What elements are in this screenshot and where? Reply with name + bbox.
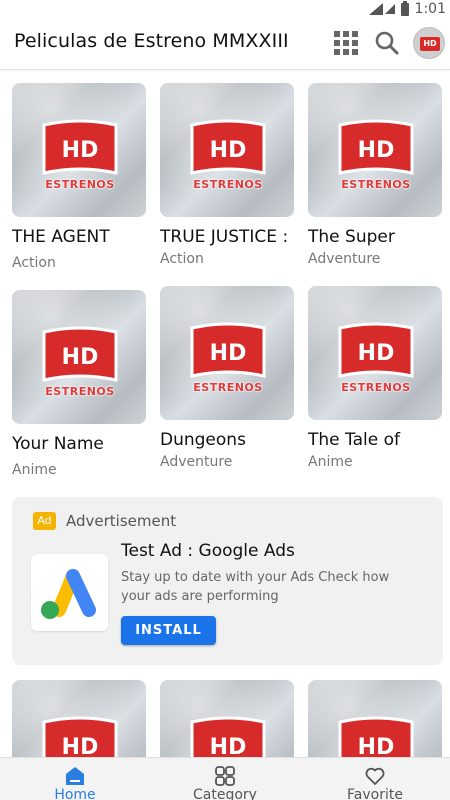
movie-category: Adventure bbox=[308, 251, 381, 267]
hd-logo: HD bbox=[42, 716, 118, 760]
movie-thumbnail[interactable]: HD bbox=[308, 680, 442, 760]
movie-thumbnail[interactable]: HD ESTRENOS bbox=[308, 83, 442, 217]
hd-logo: HD bbox=[42, 119, 118, 175]
nav-home-label: Home bbox=[54, 787, 96, 800]
wifi-icon bbox=[368, 3, 383, 15]
hd-logo: HD bbox=[338, 322, 414, 378]
estrenos-label: ESTRENOS bbox=[45, 178, 115, 191]
signal-icon bbox=[384, 4, 395, 14]
ad-title[interactable]: Test Ad : Google Ads bbox=[121, 541, 295, 561]
nav-home[interactable]: Home bbox=[0, 758, 150, 800]
movie-thumbnail[interactable]: HD ESTRENOS bbox=[12, 83, 146, 217]
movie-thumbnail[interactable]: HD bbox=[12, 680, 146, 760]
movie-thumbnail[interactable]: HD ESTRENOS bbox=[308, 286, 442, 420]
movie-card[interactable]: HD ESTRENOS Dungeons Adventure bbox=[160, 286, 294, 470]
movie-list[interactable]: HD ESTRENOS THE AGENT Action HD ESTRENOS… bbox=[0, 70, 450, 760]
hd-logo: HD bbox=[42, 326, 118, 382]
movie-card[interactable]: HD ESTRENOS THE AGENT Action bbox=[12, 83, 146, 271]
estrenos-label: ESTRENOS bbox=[193, 178, 263, 191]
native-ad[interactable]: Ad Advertisement Test Ad : Google Ads St… bbox=[12, 497, 443, 665]
estrenos-label: ESTRENOS bbox=[341, 381, 411, 394]
movie-thumbnail[interactable]: HD ESTRENOS bbox=[12, 290, 146, 424]
estrenos-label: ESTRENOS bbox=[341, 178, 411, 191]
ad-description: Stay up to date with your Ads Check how … bbox=[121, 570, 390, 604]
movie-category: Action bbox=[12, 255, 56, 271]
category-icon bbox=[215, 766, 235, 786]
movie-category: Anime bbox=[308, 454, 353, 470]
status-bar: 1:01 bbox=[0, 0, 450, 18]
ad-label: Advertisement bbox=[66, 512, 177, 530]
estrenos-label: ESTRENOS bbox=[193, 381, 263, 394]
nav-favorite-label: Favorite bbox=[347, 787, 403, 800]
heart-icon bbox=[365, 767, 385, 785]
status-time: 1:01 bbox=[414, 1, 446, 17]
nav-category-label: Category bbox=[193, 787, 257, 800]
movie-card[interactable]: HD ESTRENOS The Tale of Anime bbox=[308, 286, 442, 470]
movie-category: Action bbox=[160, 251, 204, 267]
google-ads-logo[interactable] bbox=[31, 554, 108, 631]
hd-logo: HD bbox=[338, 716, 414, 760]
ad-badge: Ad bbox=[33, 512, 56, 530]
movie-category: Anime bbox=[12, 462, 57, 478]
movie-title[interactable]: Your Name bbox=[12, 434, 146, 454]
movie-category: Adventure bbox=[160, 454, 233, 470]
grid-icon[interactable] bbox=[334, 31, 358, 55]
hd-logo: HD bbox=[190, 119, 266, 175]
page-title: Peliculas de Estreno MMXXIII bbox=[14, 30, 289, 52]
svg-text:HD: HD bbox=[358, 341, 395, 366]
estrenos-label: ESTRENOS bbox=[45, 385, 115, 398]
search-icon[interactable] bbox=[374, 30, 400, 56]
hd-logo: HD bbox=[190, 716, 266, 760]
svg-text:HD: HD bbox=[210, 138, 247, 163]
install-button[interactable]: INSTALL bbox=[121, 616, 216, 645]
movie-card[interactable]: HD ESTRENOS The Super Adventure bbox=[308, 83, 442, 267]
avatar[interactable]: HD bbox=[413, 27, 445, 59]
hd-logo: HD bbox=[338, 119, 414, 175]
bottom-nav: Home Category Favorite bbox=[0, 757, 450, 800]
svg-text:HD: HD bbox=[62, 138, 99, 163]
movie-card[interactable]: HD bbox=[12, 680, 146, 760]
home-icon bbox=[66, 767, 84, 785]
movie-card[interactable]: HD bbox=[160, 680, 294, 760]
movie-thumbnail[interactable]: HD ESTRENOS bbox=[160, 286, 294, 420]
google-ads-icon bbox=[41, 569, 96, 619]
movie-title[interactable]: The Super bbox=[308, 227, 442, 247]
avatar-hd-logo: HD bbox=[420, 37, 440, 51]
svg-text:HD: HD bbox=[210, 341, 247, 366]
svg-text:HD: HD bbox=[358, 138, 395, 163]
movie-card[interactable]: HD ESTRENOS Your Name Anime bbox=[12, 290, 146, 478]
movie-card[interactable]: HD bbox=[308, 680, 442, 760]
nav-favorite[interactable]: Favorite bbox=[300, 758, 450, 800]
hd-logo: HD bbox=[190, 322, 266, 378]
movie-thumbnail[interactable]: HD ESTRENOS bbox=[160, 83, 294, 217]
movie-thumbnail[interactable]: HD bbox=[160, 680, 294, 760]
movie-title[interactable]: Dungeons bbox=[160, 430, 294, 450]
app-bar: Peliculas de Estreno MMXXIII HD bbox=[0, 18, 450, 70]
battery-icon bbox=[400, 0, 409, 16]
svg-text:HD: HD bbox=[62, 345, 99, 370]
nav-category[interactable]: Category bbox=[150, 758, 300, 800]
movie-title[interactable]: THE AGENT bbox=[12, 227, 146, 247]
movie-title[interactable]: TRUE JUSTICE : bbox=[160, 227, 294, 247]
movie-card[interactable]: HD ESTRENOS TRUE JUSTICE : Action bbox=[160, 83, 294, 267]
movie-title[interactable]: The Tale of bbox=[308, 430, 442, 450]
